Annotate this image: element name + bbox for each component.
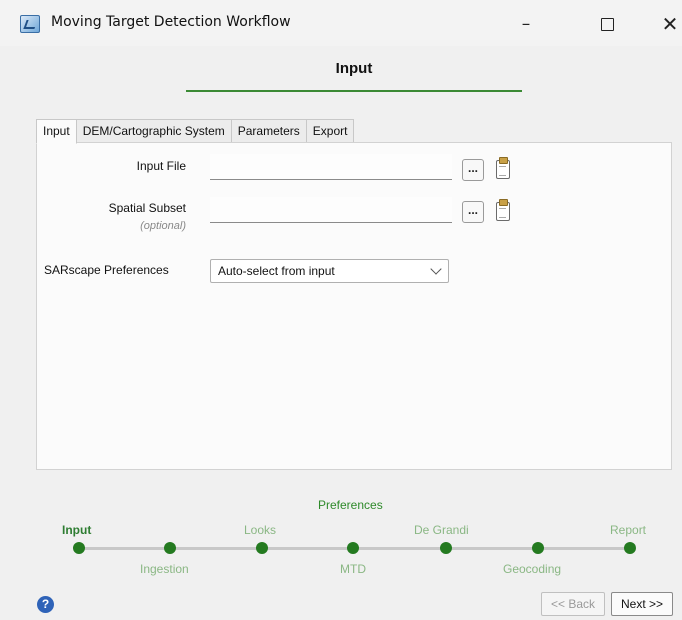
tab-dem-cartographic-system[interactable]: DEM/Cartographic System	[75, 119, 232, 143]
tab-panel	[36, 142, 672, 470]
minimize-button[interactable]: –	[506, 10, 546, 38]
spatial-subset-label: Spatial Subset	[108, 201, 186, 215]
workflow-step-input-label: Input	[62, 523, 92, 537]
spatial-subset-browse-button[interactable]: ...	[462, 201, 484, 223]
tab-export[interactable]: Export	[305, 119, 355, 143]
tab-input[interactable]: Input	[36, 119, 77, 144]
input-file-browse-button[interactable]: ...	[462, 159, 484, 181]
workflow-step-degrandi-dot[interactable]	[440, 542, 452, 554]
sarscape-preferences-label: SARscape Preferences	[44, 263, 169, 277]
workflow-step-looks-dot[interactable]	[256, 542, 268, 554]
input-file-label: Input File	[136, 159, 186, 173]
input-file-clipboard-icon[interactable]	[496, 157, 510, 179]
step-header: Input	[186, 58, 522, 92]
workflow-step-ingestion-dot[interactable]	[164, 542, 176, 554]
window-title: Moving Target Detection Workflow	[51, 14, 291, 30]
workflow-step-report-dot[interactable]	[624, 542, 636, 554]
step-title: Input	[335, 60, 373, 77]
title-bar: Moving Target Detection Workflow – ✕	[0, 0, 682, 46]
spatial-subset-field[interactable]	[210, 197, 452, 223]
help-icon[interactable]: ?	[37, 596, 54, 613]
workflow-step-looks-label: Looks	[244, 523, 277, 537]
workflow-preferences-label[interactable]: Preferences	[318, 498, 383, 512]
workflow-step-ingestion-label: Ingestion	[140, 562, 189, 576]
spatial-subset-clipboard-icon[interactable]	[496, 199, 510, 221]
workflow-step-geocoding-dot[interactable]	[532, 542, 544, 554]
maximize-icon	[600, 17, 614, 31]
maximize-button[interactable]	[587, 10, 627, 38]
chevron-down-icon	[430, 263, 442, 275]
sarscape-preferences-select[interactable]: Auto-select from input	[210, 259, 449, 283]
workflow-step-mtd-dot[interactable]	[347, 542, 359, 554]
sarscape-preferences-value: Auto-select from input	[218, 264, 335, 278]
workflow-step-mtd-label: MTD	[340, 562, 366, 576]
workflow-step-input-dot[interactable]	[73, 542, 85, 554]
tab-bar: Input DEM/Cartographic System Parameters…	[36, 119, 355, 144]
next-button[interactable]: Next >>	[611, 592, 673, 616]
spatial-subset-optional-label: (optional)	[140, 220, 186, 232]
input-file-field[interactable]	[210, 154, 452, 180]
workflow-step-report-label: Report	[610, 523, 647, 537]
back-button[interactable]: << Back	[541, 592, 605, 616]
close-button[interactable]: ✕	[650, 10, 682, 38]
tab-parameters[interactable]: Parameters	[230, 119, 307, 143]
app-icon	[20, 15, 40, 33]
workflow-step-geocoding-label: Geocoding	[503, 562, 562, 576]
workflow-step-degrandi-label: De Grandi	[414, 523, 469, 537]
